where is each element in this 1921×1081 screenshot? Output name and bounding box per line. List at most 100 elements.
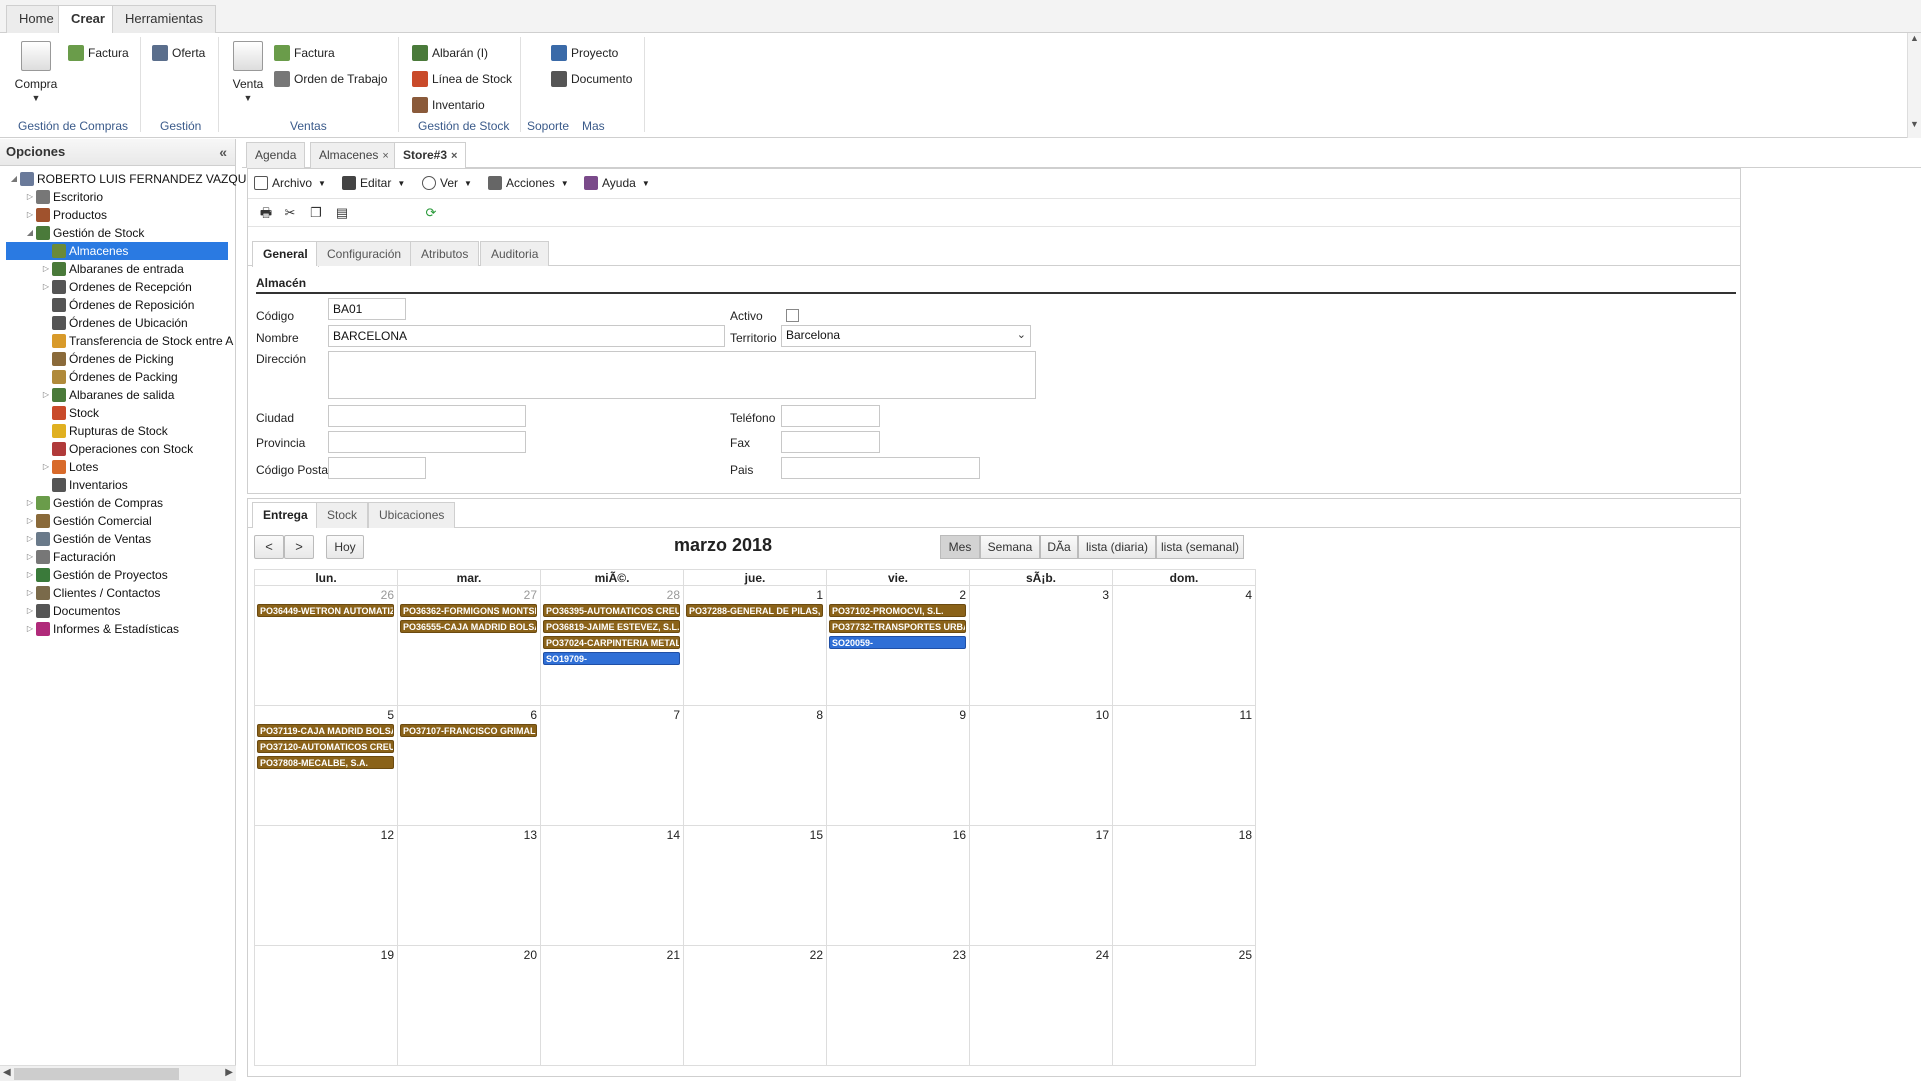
expand-toggle-icon[interactable]: ▷ bbox=[24, 548, 36, 566]
compra-button[interactable]: Compra ▼ bbox=[12, 41, 60, 103]
tree-item[interactable]: Rupturas de Stock bbox=[40, 422, 168, 440]
tree-item[interactable]: ▷ Lotes bbox=[40, 458, 98, 476]
menu-ver[interactable]: Ver ▼ bbox=[422, 176, 472, 190]
calendar-day-cell[interactable]: 23 bbox=[826, 945, 970, 1066]
calendar-day-cell[interactable]: 13 bbox=[397, 825, 541, 946]
tab-agenda[interactable]: Agenda bbox=[246, 142, 306, 168]
calendar-event[interactable]: SO19709- bbox=[543, 652, 680, 665]
calendar-day-cell[interactable]: 1 PO37288-GENERAL DE PILAS, S.A. bbox=[683, 585, 827, 706]
tree-item[interactable]: ▷ Albaranes de salida bbox=[40, 386, 174, 404]
view-day-button[interactable]: DÃa bbox=[1040, 535, 1078, 559]
tree-item[interactable]: ▷ Gestión de Proyectos bbox=[24, 566, 168, 584]
tab-stock[interactable]: Stock bbox=[316, 502, 369, 528]
prev-month-button[interactable]: < bbox=[254, 535, 284, 559]
venta-factura-button[interactable]: Factura bbox=[274, 45, 335, 61]
expand-toggle-icon[interactable]: ▷ bbox=[40, 458, 52, 476]
tree-item[interactable]: Operaciones con Stock bbox=[40, 440, 193, 458]
fax-input[interactable] bbox=[781, 431, 880, 453]
tab-almacenes[interactable]: Almacenes × bbox=[310, 142, 398, 168]
menu-acciones[interactable]: Acciones ▼ bbox=[488, 176, 569, 190]
tree-item[interactable]: ◢ ROBERTO LUIS FERNANDEZ VAZQUE bbox=[8, 170, 254, 188]
calendar-day-cell[interactable]: 8 bbox=[683, 705, 827, 826]
proyecto-button[interactable]: Proyecto bbox=[551, 45, 618, 61]
tree-item[interactable]: Órdenes de Reposición bbox=[40, 296, 194, 314]
calendar-day-cell[interactable]: 6 PO37107-FRANCISCO GRIMALDOS bbox=[397, 705, 541, 826]
sidebar-scrollbar[interactable]: ◀ ▶ bbox=[0, 1065, 236, 1081]
menu-ayuda[interactable]: Ayuda ▼ bbox=[584, 176, 650, 190]
tree-item[interactable]: Órdenes de Packing bbox=[40, 368, 178, 386]
ciudad-input[interactable] bbox=[328, 405, 526, 427]
tree-item[interactable]: ▷ Gestión de Ventas bbox=[24, 530, 151, 548]
tree-item[interactable]: ▷ Informes & Estadísticas bbox=[24, 620, 179, 638]
next-month-button[interactable]: > bbox=[284, 535, 314, 559]
calendar-event[interactable]: PO37119-CAJA MADRID BOLSA bbox=[257, 724, 394, 737]
calendar-day-cell[interactable]: 14 bbox=[540, 825, 684, 946]
expand-toggle-icon[interactable]: ▷ bbox=[24, 188, 36, 206]
venta-button[interactable]: Venta ▼ bbox=[228, 41, 268, 103]
codigo-postal-input[interactable] bbox=[328, 457, 426, 479]
calendar-event[interactable]: PO37024-CARPINTERIA METALICA bbox=[543, 636, 680, 649]
tree-item[interactable]: ▷ Albaranes de entrada bbox=[40, 260, 184, 278]
expand-toggle-icon[interactable]: ▷ bbox=[24, 620, 36, 638]
tree-item[interactable]: ▷ Documentos bbox=[24, 602, 120, 620]
tab-atributos[interactable]: Atributos bbox=[410, 241, 480, 266]
tree-item[interactable]: ▷ Ordenes de Recepción bbox=[40, 278, 192, 296]
calendar-event[interactable]: PO36362-FORMIGONS MONTSERRAT bbox=[400, 604, 537, 617]
tree-item[interactable]: Órdenes de Picking bbox=[40, 350, 174, 368]
nombre-input[interactable] bbox=[328, 325, 725, 347]
cut-icon[interactable]: ✂ bbox=[282, 205, 298, 221]
print-icon[interactable]: 🖶 bbox=[258, 205, 274, 221]
calendar-day-cell[interactable]: 2 PO37102-PROMOCVI, S.L. PO37732-TRANSPORT… bbox=[826, 585, 970, 706]
documento-button[interactable]: Documento bbox=[551, 71, 632, 87]
tree-item[interactable]: ▷ Gestión de Compras bbox=[24, 494, 163, 512]
calendar-day-cell[interactable]: 28 PO36395-AUTOMATICOS CREUS PO36819-JAIME… bbox=[540, 585, 684, 706]
expand-toggle-icon[interactable]: ▷ bbox=[24, 512, 36, 530]
calendar-day-cell[interactable]: 18 bbox=[1112, 825, 1256, 946]
activo-checkbox[interactable] bbox=[786, 309, 799, 322]
calendar-event[interactable]: PO37288-GENERAL DE PILAS, S.A. bbox=[686, 604, 823, 617]
calendar-event[interactable]: PO37732-TRANSPORTES URBANOS bbox=[829, 620, 966, 633]
tree-item[interactable]: ▷ Gestión Comercial bbox=[24, 512, 152, 530]
codigo-input[interactable] bbox=[328, 298, 406, 320]
tab-herramientas[interactable]: Herramientas bbox=[112, 5, 217, 33]
collapse-icon[interactable]: « bbox=[219, 139, 227, 165]
calendar-event[interactable]: PO37120-AUTOMATICOS CREUS bbox=[257, 740, 394, 753]
tree-item[interactable]: ▷ Productos bbox=[24, 206, 107, 224]
calendar-event[interactable]: PO37808-MECALBE, S.A. bbox=[257, 756, 394, 769]
tree-item[interactable]: ▷ Clientes / Contactos bbox=[24, 584, 160, 602]
view-month-button[interactable]: Mes bbox=[940, 535, 980, 559]
expand-toggle-icon[interactable]: ▷ bbox=[40, 260, 52, 278]
tree-item[interactable]: Transferencia de Stock entre A bbox=[40, 332, 233, 350]
expand-toggle-icon[interactable]: ▷ bbox=[24, 602, 36, 620]
copy-icon[interactable]: ❐ bbox=[308, 205, 324, 221]
calendar-event[interactable]: PO36555-CAJA MADRID BOLSA bbox=[400, 620, 537, 633]
tab-ubicaciones[interactable]: Ubicaciones bbox=[368, 502, 456, 528]
calendar-day-cell[interactable]: 16 bbox=[826, 825, 970, 946]
paste-icon[interactable]: ▤ bbox=[334, 205, 350, 221]
expand-toggle-icon[interactable]: ▷ bbox=[40, 278, 52, 296]
tab-general[interactable]: General bbox=[252, 241, 319, 267]
calendar-day-cell[interactable]: 15 bbox=[683, 825, 827, 946]
tree-item[interactable]: Stock bbox=[40, 404, 99, 422]
expand-toggle-icon[interactable]: ◢ bbox=[24, 224, 36, 242]
tab-entrega[interactable]: Entrega bbox=[252, 502, 319, 528]
calendar-day-cell[interactable]: 10 bbox=[969, 705, 1113, 826]
menu-archivo[interactable]: Archivo ▼ bbox=[254, 176, 326, 190]
direccion-textarea[interactable] bbox=[328, 351, 1036, 399]
calendar-day-cell[interactable]: 5 PO37119-CAJA MADRID BOLSA PO37120-AUTOMA… bbox=[254, 705, 398, 826]
telefono-input[interactable] bbox=[781, 405, 880, 427]
calendar-day-cell[interactable]: 21 bbox=[540, 945, 684, 1066]
tab-auditoria[interactable]: Auditoria bbox=[480, 241, 550, 266]
pais-input[interactable] bbox=[781, 457, 980, 479]
calendar-day-cell[interactable]: 22 bbox=[683, 945, 827, 1066]
calendar-event[interactable]: PO36449-WETRON AUTOMATIZACIONES bbox=[257, 604, 394, 617]
tree-item[interactable]: ▷ Facturación bbox=[24, 548, 116, 566]
view-list-weekly-button[interactable]: lista (semanal) bbox=[1156, 535, 1244, 559]
calendar-event[interactable]: PO36395-AUTOMATICOS CREUS bbox=[543, 604, 680, 617]
linea-stock-button[interactable]: Línea de Stock bbox=[412, 71, 512, 87]
calendar-day-cell[interactable]: 19 bbox=[254, 945, 398, 1066]
calendar-day-cell[interactable]: 26 PO36449-WETRON AUTOMATIZACIONES bbox=[254, 585, 398, 706]
close-icon[interactable]: × bbox=[382, 150, 388, 162]
calendar-event[interactable]: PO37107-FRANCISCO GRIMALDOS bbox=[400, 724, 537, 737]
oferta-button[interactable]: Oferta bbox=[152, 45, 205, 61]
